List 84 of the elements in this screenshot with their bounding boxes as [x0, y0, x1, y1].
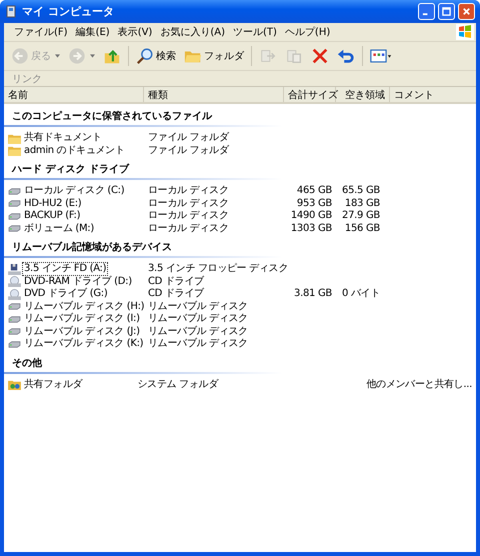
folder-icon — [8, 145, 21, 156]
item-name[interactable]: DVD-RAM ドライブ (D:) — [22, 274, 134, 289]
type-cell-text: システム フォルダ — [136, 378, 220, 391]
item-name[interactable]: リムーバブル ディスク (J:) — [22, 324, 142, 339]
menu-item[interactable]: 編集(E) — [72, 25, 114, 39]
type-cell-text: CD ドライブ — [147, 276, 205, 288]
item-name[interactable]: HD-HU2 (E:) — [22, 196, 84, 211]
windows-logo-icon — [456, 24, 474, 40]
menu-item[interactable]: 表示(V) — [114, 25, 156, 39]
undo-icon — [337, 47, 355, 65]
free-space-cell: 27.9 GB — [342, 210, 380, 222]
menu-item[interactable]: お気に入り(A) — [156, 25, 229, 39]
type-cell-text: ファイル フォルダ — [147, 132, 230, 144]
item-name[interactable]: BACKUP (F:) — [22, 209, 82, 224]
total-size-cell: 1303 GB — [290, 222, 332, 235]
free-space-cell: 183 GB — [344, 198, 380, 210]
maximize-button[interactable] — [438, 3, 455, 20]
total-size-cell: 3.81 GB — [294, 288, 332, 300]
type-cell-text: リムーバブル ディスク — [147, 300, 249, 312]
item-name[interactable]: リムーバブル ディスク (K:) — [22, 337, 146, 352]
item-name[interactable]: 共有ドキュメント — [22, 131, 104, 146]
cd-drive-icon — [8, 288, 21, 300]
delete-icon — [311, 47, 329, 65]
drive-icon — [8, 223, 21, 234]
group-heading: リムーバブル記憶域があるデバイス — [4, 239, 282, 258]
menu-item[interactable]: ヘルプ(H) — [280, 25, 334, 39]
maximize-icon — [442, 7, 451, 16]
item-name[interactable]: ローカル ディスク (C:) — [22, 184, 126, 198]
up-folder-icon — [103, 47, 121, 65]
move-icon — [259, 47, 277, 65]
drive-icon — [8, 198, 21, 210]
item-name[interactable]: ボリューム (M:) — [22, 222, 96, 236]
item-name[interactable]: リムーバブル ディスク (I:) — [22, 312, 142, 326]
type-cell-text: リムーバブル ディスク — [147, 326, 249, 338]
total-size-cell: 465 GB — [296, 185, 332, 198]
column-header[interactable]: 合計サイズ — [284, 87, 336, 102]
type-cell-text: ローカル ディスク — [147, 185, 230, 198]
total-size-cell: 953 GB — [296, 198, 332, 210]
menu-item[interactable]: ツール(T) — [229, 25, 281, 39]
item-name[interactable]: admin のドキュメント — [22, 144, 127, 158]
search-button[interactable]: 検索 — [133, 46, 179, 66]
drive-icon — [8, 314, 21, 325]
shared-folder-icon — [8, 379, 21, 390]
menu-item[interactable]: ファイル(F) — [10, 25, 72, 39]
drive-icon — [8, 338, 21, 350]
drive-icon — [8, 326, 21, 338]
item-name[interactable]: リムーバブル ディスク (H:) — [22, 300, 146, 314]
comment-cell: 他のメンバーと共有し... — [366, 378, 472, 391]
close-button[interactable] — [458, 3, 475, 20]
folder-icon — [8, 132, 21, 144]
group-heading: このコンピュータに保管されているファイル — [4, 108, 282, 127]
window-title: マイ コンピュータ — [22, 4, 114, 19]
drive-icon — [8, 186, 21, 197]
close-icon — [462, 7, 471, 16]
column-header[interactable]: 名前 — [4, 87, 144, 102]
group-heading: ハード ディスク ドライブ — [4, 161, 282, 180]
column-header[interactable]: 種類 — [144, 87, 284, 102]
drive-icon — [8, 301, 21, 312]
total-size-cell: 1490 GB — [290, 210, 332, 222]
search-icon — [136, 47, 154, 65]
dropdown-arrow-icon — [90, 54, 95, 58]
item-name[interactable]: 共有フォルダ — [22, 378, 84, 392]
type-cell-text: CD ドライブ — [147, 288, 205, 300]
type-cell-text: リムーバブル ディスク — [147, 338, 249, 350]
floppy-drive-icon — [8, 264, 21, 275]
type-cell-text: ローカル ディスク — [147, 222, 230, 235]
minimize-button[interactable] — [418, 3, 435, 20]
type-cell-text: ローカル ディスク — [147, 198, 230, 210]
free-space-cell: 0 バイト — [342, 288, 380, 300]
type-cell-text: リムーバブル ディスク — [147, 313, 249, 326]
group-heading: その他 — [4, 354, 282, 374]
views-icon — [370, 47, 392, 65]
cd-drive-icon — [8, 276, 21, 288]
folders-button[interactable]: フォルダ — [181, 46, 247, 66]
drive-icon — [8, 210, 21, 222]
copy-icon — [285, 47, 303, 65]
column-header[interactable]: コメント — [390, 87, 476, 102]
item-name[interactable]: DVD ドライブ (G:) — [22, 287, 110, 302]
dropdown-arrow-icon — [55, 54, 60, 58]
type-cell-text: ローカル ディスク — [147, 210, 230, 222]
free-space-cell: 65.5 GB — [342, 185, 380, 198]
item-name[interactable]: 3.5 インチ FD (A:) — [22, 262, 108, 276]
type-cell-text: ファイル フォルダ — [147, 144, 230, 157]
free-space-cell: 156 GB — [344, 222, 380, 235]
